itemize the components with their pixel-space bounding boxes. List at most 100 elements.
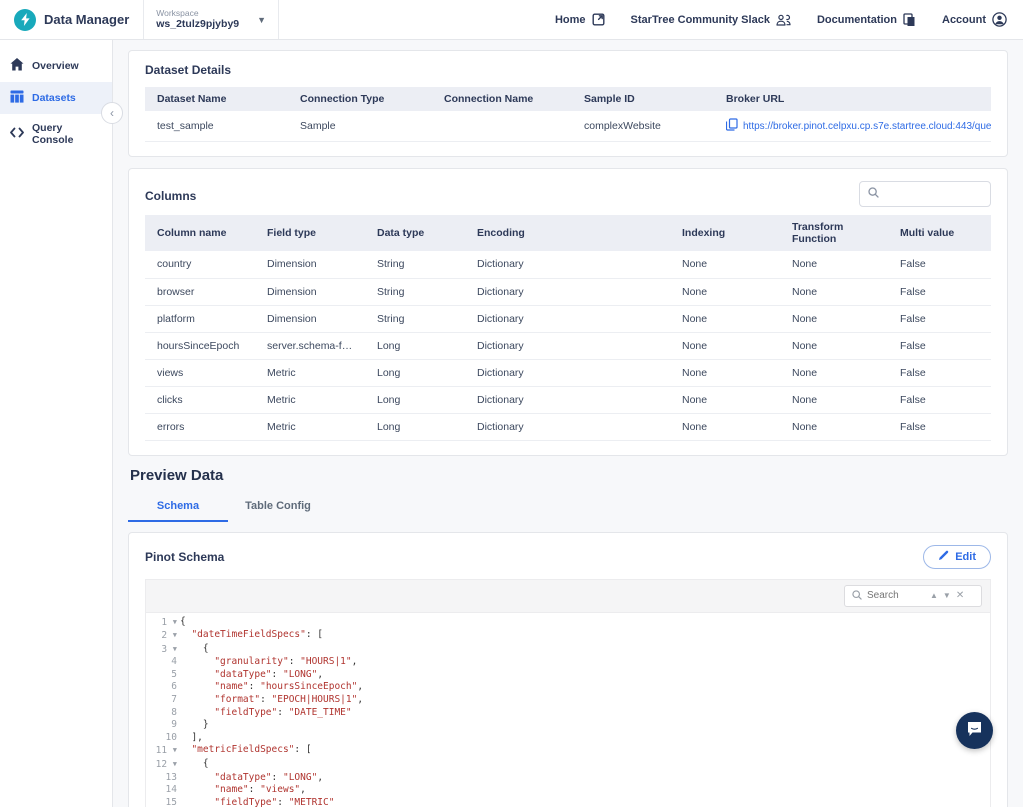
line-number: 2 ▼ <box>146 629 180 643</box>
table-cell: None <box>670 413 780 440</box>
table-cell: False <box>888 386 991 413</box>
code-text: "dateTimeFieldSpecs": [ <box>180 629 323 643</box>
code-text: ], <box>180 732 203 745</box>
tab-schema[interactable]: Schema <box>128 494 228 522</box>
line-number: 9 <box>146 719 180 732</box>
code-line: 14 "name": "views", <box>146 784 990 797</box>
sample-id-cell: complexWebsite <box>572 111 714 142</box>
search-icon <box>868 185 879 203</box>
fold-arrow-icon[interactable]: ▼ <box>173 760 177 768</box>
code-line: 10 ], <box>146 732 990 745</box>
code-line: 12 ▼ { <box>146 758 990 772</box>
code-line: 4 "granularity": "HOURS|1", <box>146 656 990 669</box>
sidebar-item-datasets[interactable]: Datasets <box>0 82 112 114</box>
code-line: 1 ▼{ <box>146 616 990 630</box>
search-prev-icon[interactable]: ▲ <box>930 591 938 600</box>
code-text: { <box>180 643 209 657</box>
sidebar-collapse-button[interactable]: ‹ <box>101 102 123 124</box>
nav-account-link[interactable]: Account <box>942 12 1007 27</box>
table-cell: None <box>670 359 780 386</box>
table-cell: server.schema-field-ty... <box>255 332 365 359</box>
table-row: countryDimensionStringDictionaryNoneNone… <box>145 251 991 278</box>
table-cell: String <box>365 305 465 332</box>
code-text: "fieldType": "METRIC" <box>180 797 334 807</box>
code-area[interactable]: 1 ▼{2 ▼ "dateTimeFieldSpecs": [3 ▼ {4 "g… <box>146 613 990 807</box>
documents-icon <box>903 13 916 27</box>
line-number: 1 ▼ <box>146 616 180 630</box>
code-text: "metricFieldSpecs": [ <box>180 744 312 758</box>
table-cell: None <box>780 386 888 413</box>
column-header: Connection Name <box>432 87 572 111</box>
editor-search-input[interactable] <box>867 590 925 601</box>
column-header: Indexing <box>670 215 780 251</box>
column-header: Broker URL <box>714 87 991 111</box>
code-text: "dataType": "LONG", <box>180 669 323 682</box>
people-icon <box>776 14 791 26</box>
column-header: Transform Function <box>780 215 888 251</box>
code-text: "fieldType": "DATE_TIME" <box>180 707 352 720</box>
table-cell: None <box>780 251 888 278</box>
table-row: errorsMetricLongDictionaryNoneNoneFalse <box>145 413 991 440</box>
table-cell: None <box>670 305 780 332</box>
columns-header-row: Column name Field type Data type Encodin… <box>145 215 991 251</box>
search-next-icon[interactable]: ▼ <box>943 591 951 600</box>
fold-arrow-icon[interactable]: ▼ <box>173 631 177 639</box>
sidebar-item-query-console[interactable]: Query Console <box>0 114 112 154</box>
table-cell: clicks <box>145 386 255 413</box>
line-number: 4 <box>146 656 180 669</box>
table-cell: False <box>888 359 991 386</box>
line-number: 11 ▼ <box>146 744 180 758</box>
chat-widget-button[interactable] <box>956 712 993 749</box>
code-text: "dataType": "LONG", <box>180 772 323 785</box>
nav-home-label: Home <box>555 14 586 26</box>
code-text: "granularity": "HOURS|1", <box>180 656 357 669</box>
table-cell: False <box>888 332 991 359</box>
workspace-value: ws_2tulz9pjyby9 <box>156 18 239 30</box>
code-line: 3 ▼ { <box>146 643 990 657</box>
table-cell: None <box>670 278 780 305</box>
column-header: Connection Type <box>288 87 432 111</box>
line-number: 12 ▼ <box>146 758 180 772</box>
sidebar-item-label: Query Console <box>32 122 102 146</box>
nav-slack-link[interactable]: StarTree Community Slack <box>631 14 791 26</box>
search-icon <box>852 587 862 605</box>
home-icon <box>10 58 24 74</box>
code-line: 6 "name": "hoursSinceEpoch", <box>146 681 990 694</box>
nav-account-label: Account <box>942 14 986 26</box>
sidebar-item-overview[interactable]: Overview <box>0 50 112 82</box>
table-cell: Dictionary <box>465 413 670 440</box>
column-header: Dataset Name <box>145 87 288 111</box>
table-cell: country <box>145 251 255 278</box>
nav-documentation-link[interactable]: Documentation <box>817 13 916 27</box>
table-cell: Metric <box>255 359 365 386</box>
search-close-icon[interactable]: ✕ <box>956 590 964 601</box>
line-number: 5 <box>146 669 180 682</box>
table-cell: False <box>888 278 991 305</box>
columns-card: Columns Column name Field type Data type… <box>128 168 1008 456</box>
editor-search-box[interactable]: ▲ ▼ ✕ <box>844 585 982 607</box>
columns-search-input[interactable] <box>885 189 982 200</box>
table-cell: browser <box>145 278 255 305</box>
nav-home-link[interactable]: Home <box>555 13 605 26</box>
code-text: { <box>180 758 209 772</box>
table-cell: None <box>780 413 888 440</box>
columns-search-box[interactable] <box>859 181 991 207</box>
column-header: Field type <box>255 215 365 251</box>
copy-icon[interactable] <box>726 118 738 134</box>
fold-arrow-icon[interactable]: ▼ <box>173 645 177 653</box>
table-cell: Long <box>365 386 465 413</box>
broker-url-link[interactable]: https://broker.pinot.celpxu.cp.s7e.start… <box>743 121 991 132</box>
tab-table-config[interactable]: Table Config <box>228 494 328 522</box>
code-icon <box>10 127 24 141</box>
edit-button[interactable]: Edit <box>923 545 991 569</box>
dataset-name-cell: test_sample <box>145 111 288 142</box>
fold-arrow-icon[interactable]: ▼ <box>173 746 177 754</box>
pinot-schema-title: Pinot Schema <box>145 550 224 564</box>
code-line: 9 } <box>146 719 990 732</box>
broker-url-cell: https://broker.pinot.celpxu.cp.s7e.start… <box>726 118 979 134</box>
code-text: } <box>180 719 209 732</box>
workspace-label: Workspace <box>156 9 239 19</box>
table-cell: False <box>888 413 991 440</box>
workspace-selector[interactable]: Workspace ws_2tulz9pjyby9 ▼ <box>143 0 279 39</box>
fold-arrow-icon[interactable]: ▼ <box>173 618 177 626</box>
